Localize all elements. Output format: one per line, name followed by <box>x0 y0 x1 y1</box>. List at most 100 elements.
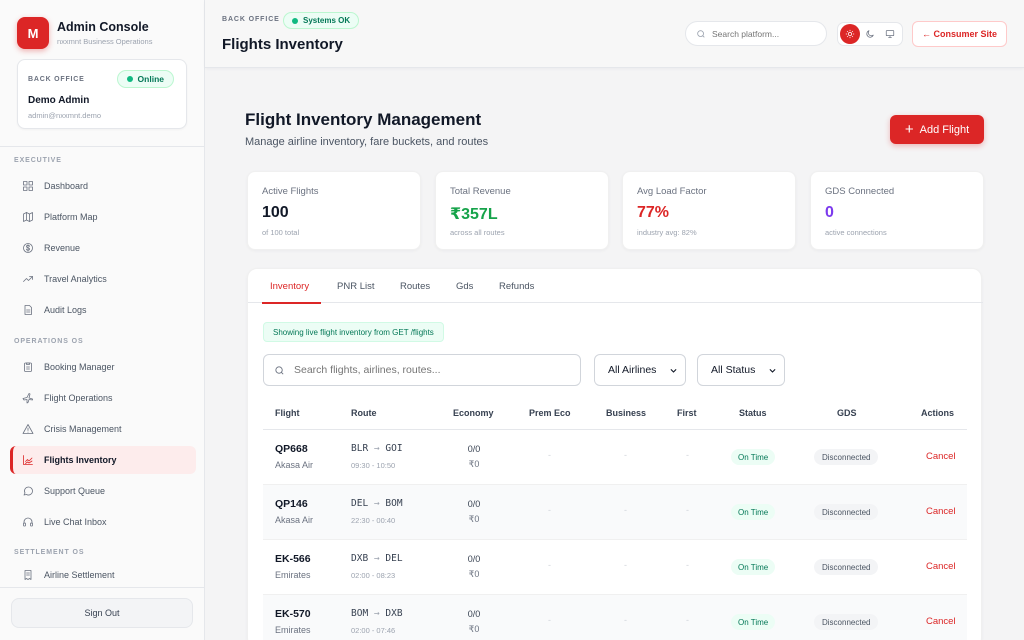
section-executive: EXECUTIVE <box>14 157 62 164</box>
platform-search[interactable] <box>685 21 827 46</box>
online-badge: Online <box>116 70 174 88</box>
sidebar-item-revenue[interactable]: Revenue <box>10 234 196 262</box>
sidebar-item-travel-analytics[interactable]: Travel Analytics <box>10 265 196 293</box>
trend-icon <box>23 276 33 282</box>
stat-value: 77% <box>637 204 670 221</box>
sidebar-item-platform-map[interactable]: Platform Map <box>10 203 196 231</box>
page-subtitle: Manage airline inventory, fare buckets, … <box>245 136 489 148</box>
flight-search-input[interactable] <box>294 364 564 376</box>
user-card-label: BACK OFFICE <box>28 76 85 83</box>
sidebar-item-label: Dashboard <box>44 181 89 191</box>
tab-refunds[interactable]: Refunds <box>499 269 534 303</box>
economy-price: ₹0 <box>468 514 480 524</box>
stat-sub: of 100 total <box>262 228 300 237</box>
economy-seats: 0/0 <box>467 499 481 509</box>
flight-number: QP668 <box>275 443 308 455</box>
sidebar-item-dashboard[interactable]: Dashboard <box>10 172 196 200</box>
first-value: - <box>686 615 689 625</box>
tab-routes[interactable]: Routes <box>400 269 430 303</box>
sidebar-item-label: Revenue <box>44 243 81 253</box>
stat-card-avg-load-factor: Avg Load Factor 77% industry avg: 82% <box>622 171 796 250</box>
receipt-icon <box>24 570 32 580</box>
stat-label: GDS Connected <box>825 186 895 197</box>
gds-badge: Disconnected <box>814 449 879 465</box>
light-theme-button[interactable] <box>840 24 860 44</box>
first-value: - <box>686 450 689 460</box>
add-flight-button[interactable]: + Add Flight <box>890 115 984 144</box>
economy-price: ₹0 <box>468 569 480 579</box>
route-time: 02:00 - 08:23 <box>351 571 396 580</box>
user-email: admin@nxxmnt.demo <box>28 111 102 120</box>
search-icon <box>275 365 284 374</box>
sidebar-item-booking-manager[interactable]: Booking Manager <box>10 353 196 381</box>
sidebar-item-audit-logs[interactable]: Audit Logs <box>10 296 196 324</box>
prem-eco-value: - <box>548 560 551 570</box>
column-header-economy: Economy <box>453 408 494 418</box>
sidebar-item-label: Airline Settlement <box>44 570 115 580</box>
map-icon <box>23 212 33 222</box>
stat-card-total-revenue: Total Revenue ₹357L across all routes <box>435 171 609 250</box>
status-filter-select[interactable]: All Status <box>697 354 785 386</box>
stat-label: Avg Load Factor <box>637 186 707 197</box>
chart-icon <box>23 455 33 465</box>
cancel-link[interactable]: Cancel <box>926 561 956 572</box>
sign-out-button[interactable]: Sign Out <box>11 598 193 628</box>
sidebar-item-label: Platform Map <box>44 212 98 222</box>
platform-search-input[interactable] <box>712 28 822 39</box>
sidebar-item-label: Flights Inventory <box>44 455 117 465</box>
chevron-down-icon <box>670 368 677 373</box>
table-row: QP668 Akasa Air BLR → GOI 09:30 - 10:50 … <box>263 430 967 485</box>
cancel-link[interactable]: Cancel <box>926 451 956 462</box>
dollar-icon <box>23 243 33 253</box>
stat-label: Total Revenue <box>450 186 511 197</box>
headset-icon <box>23 517 33 527</box>
tab-pnr-list[interactable]: PNR List <box>337 269 374 303</box>
data-source-note: Showing live flight inventory from GET /… <box>263 322 444 342</box>
table-row: EK-570 Emirates BOM → DXB 02:00 - 07:46 … <box>263 595 967 640</box>
stat-sub: active connections <box>825 228 887 237</box>
route-time: 22:30 - 00:40 <box>351 516 396 525</box>
prem-eco-value: - <box>548 615 551 625</box>
topbar: BACK OFFICE Systems OK Flights Inventory… <box>205 0 1024 68</box>
gds-badge: Disconnected <box>814 614 879 630</box>
section-operations: OPERATIONS OS <box>14 338 84 345</box>
status-dot-icon <box>292 17 298 24</box>
tab-gds[interactable]: Gds <box>456 269 473 303</box>
inventory-panel: Inventory PNR List Routes Gds Refunds Sh… <box>247 268 983 640</box>
stat-value: 100 <box>262 204 289 221</box>
status-badge: On Time <box>731 449 776 465</box>
sidebar-item-flight-operations[interactable]: Flight Operations <box>10 384 196 412</box>
first-value: - <box>686 505 689 515</box>
column-header-flight: Flight <box>275 408 300 418</box>
cancel-link[interactable]: Cancel <box>926 506 956 517</box>
airline-name: Akasa Air <box>275 515 314 525</box>
status-badge: On Time <box>731 614 776 630</box>
prem-eco-value: - <box>548 505 551 515</box>
stat-value: ₹357L <box>450 206 498 223</box>
flight-number: EK-566 <box>275 553 311 565</box>
sidebar-item-crisis-management[interactable]: Crisis Management <box>10 415 196 443</box>
first-value: - <box>686 560 689 570</box>
flight-search[interactable] <box>263 354 581 386</box>
tab-inventory[interactable]: Inventory <box>261 269 322 304</box>
economy-seats: 0/0 <box>467 554 481 564</box>
page-title: Flight Inventory Management <box>245 110 482 129</box>
consumer-site-button[interactable]: ← Consumer Site <box>912 21 1007 47</box>
airline-filter-select[interactable]: All Airlines <box>594 354 686 386</box>
cancel-link[interactable]: Cancel <box>926 616 956 627</box>
column-header-status: Status <box>739 408 767 418</box>
sidebar-item-live-chat-inbox[interactable]: Live Chat Inbox <box>10 508 196 536</box>
sidebar-item-flights-inventory[interactable]: Flights Inventory <box>10 446 196 474</box>
user-name: Demo Admin <box>28 95 90 106</box>
system-theme-button[interactable] <box>880 24 900 44</box>
stat-label: Active Flights <box>262 186 319 197</box>
route: DXB → DEL <box>351 553 403 564</box>
sidebar-item-support-queue[interactable]: Support Queue <box>10 477 196 505</box>
route: BOM → DXB <box>351 608 403 619</box>
sidebar-item-airline-settlement[interactable]: Airline Settlement <box>10 564 196 586</box>
dark-theme-button[interactable] <box>860 24 880 44</box>
sidebar-item-label: Travel Analytics <box>44 274 107 284</box>
status-badge: On Time <box>731 559 776 575</box>
economy-seats: 0/0 <box>467 609 481 619</box>
grid-icon <box>23 181 33 191</box>
